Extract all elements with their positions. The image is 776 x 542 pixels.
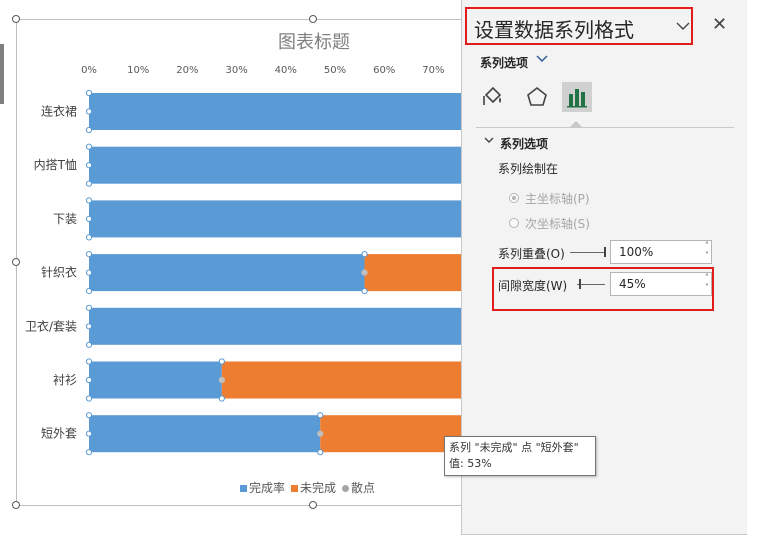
point-handle[interactable] [361, 288, 368, 295]
category-label: 连衣裙 [41, 104, 77, 119]
point-handle[interactable] [361, 251, 368, 258]
category-label: 短外套 [41, 427, 77, 441]
active-tab-caret [570, 121, 582, 127]
legend-item-scatter[interactable]: 散点 [342, 479, 375, 496]
scatter-point[interactable] [218, 376, 225, 384]
primary-axis-radio[interactable] [509, 193, 519, 203]
chevron-down-icon[interactable] [484, 135, 494, 148]
point-handle[interactable] [85, 180, 93, 187]
x-tick-label: 50% [324, 65, 346, 76]
primary-axis-label: 主坐标轴(P) [525, 192, 590, 206]
spin-arrows[interactable]: ˄ ˅ [705, 241, 709, 261]
section-header-series-options[interactable]: 系列选项 [500, 135, 548, 152]
point-handle[interactable] [85, 323, 93, 330]
category-label: 内搭T恤 [34, 158, 77, 172]
secondary-axis-label: 次坐标轴(S) [525, 217, 590, 231]
point-handle[interactable] [85, 269, 93, 276]
overlap-slider[interactable] [570, 247, 606, 257]
highlight-box-gap-width [492, 267, 714, 311]
bar-segment[interactable] [89, 254, 365, 292]
scatter-point[interactable] [361, 269, 368, 276]
highlight-box-title [465, 7, 693, 45]
data-point-tooltip: 系列 "未完成" 点 "短外套" 值: 53% [444, 436, 596, 476]
point-handle[interactable] [218, 358, 225, 365]
point-handle[interactable] [85, 251, 93, 258]
point-handle[interactable] [85, 234, 93, 241]
point-handle[interactable] [85, 143, 93, 150]
overlap-value: 100% [619, 245, 654, 259]
bar-segment[interactable] [89, 415, 321, 453]
plot-on-label: 系列绘制在 [498, 162, 559, 176]
overlap-input[interactable]: 100% ˄ ˅ [610, 240, 712, 264]
point-handle[interactable] [85, 197, 93, 204]
legend-item-incomplete[interactable]: 未完成 [291, 479, 336, 496]
point-handle[interactable] [317, 449, 324, 456]
scatter-point[interactable] [317, 430, 324, 437]
point-handle[interactable] [85, 430, 93, 437]
pentagon-icon[interactable] [522, 82, 552, 112]
point-handle[interactable] [218, 395, 225, 402]
point-handle[interactable] [85, 304, 93, 311]
point-handle[interactable] [85, 341, 93, 348]
series-options-dropdown[interactable]: 系列选项 [480, 54, 528, 71]
tooltip-line-2: 值: 53% [449, 457, 492, 470]
point-handle[interactable] [85, 412, 93, 419]
point-handle[interactable] [317, 412, 324, 419]
category-label: 下装 [53, 212, 77, 226]
point-handle[interactable] [85, 395, 93, 402]
point-handle[interactable] [85, 215, 93, 222]
legend-label: 散点 [351, 481, 376, 495]
category-label: 衬衫 [53, 373, 77, 387]
legend-swatch [291, 485, 299, 492]
overlap-label: 系列重叠(O) [498, 247, 565, 261]
close-icon[interactable]: ✕ [712, 14, 727, 35]
slider-thumb[interactable] [604, 247, 606, 257]
category-label: 针织衣 [41, 265, 77, 280]
point-handle[interactable] [85, 89, 93, 97]
point-handle[interactable] [85, 126, 93, 134]
legend-item-completion[interactable]: 完成率 [240, 479, 285, 496]
x-tick-label: 40% [275, 65, 297, 76]
x-tick-label: 30% [225, 65, 247, 76]
paint-bucket-icon[interactable] [478, 82, 508, 112]
legend-swatch [342, 485, 350, 492]
point-handle[interactable] [85, 376, 93, 384]
x-tick-label: 0% [81, 65, 97, 76]
legend-swatch [240, 485, 247, 492]
bar-segment[interactable] [89, 361, 222, 399]
x-tick-label: 70% [422, 65, 444, 76]
point-handle[interactable] [85, 358, 93, 365]
chevron-down-icon[interactable] [536, 54, 548, 67]
legend-label: 未完成 [300, 481, 337, 495]
point-handle[interactable] [85, 108, 93, 115]
chart-legend[interactable]: 完成率 未完成 散点 [240, 479, 375, 496]
point-handle[interactable] [85, 288, 93, 295]
tooltip-line-1: 系列 "未完成" 点 "短外套" [449, 441, 579, 454]
divider [476, 127, 734, 128]
secondary-axis-radio[interactable] [509, 218, 519, 228]
point-handle[interactable] [85, 449, 93, 456]
category-label: 卫衣/套装 [25, 318, 77, 333]
legend-label: 完成率 [249, 481, 286, 495]
x-tick-label: 20% [176, 65, 198, 76]
x-tick-label: 10% [127, 65, 149, 76]
x-tick-label: 60% [373, 65, 395, 76]
bar-chart-icon[interactable] [562, 82, 592, 112]
point-handle[interactable] [85, 162, 93, 169]
